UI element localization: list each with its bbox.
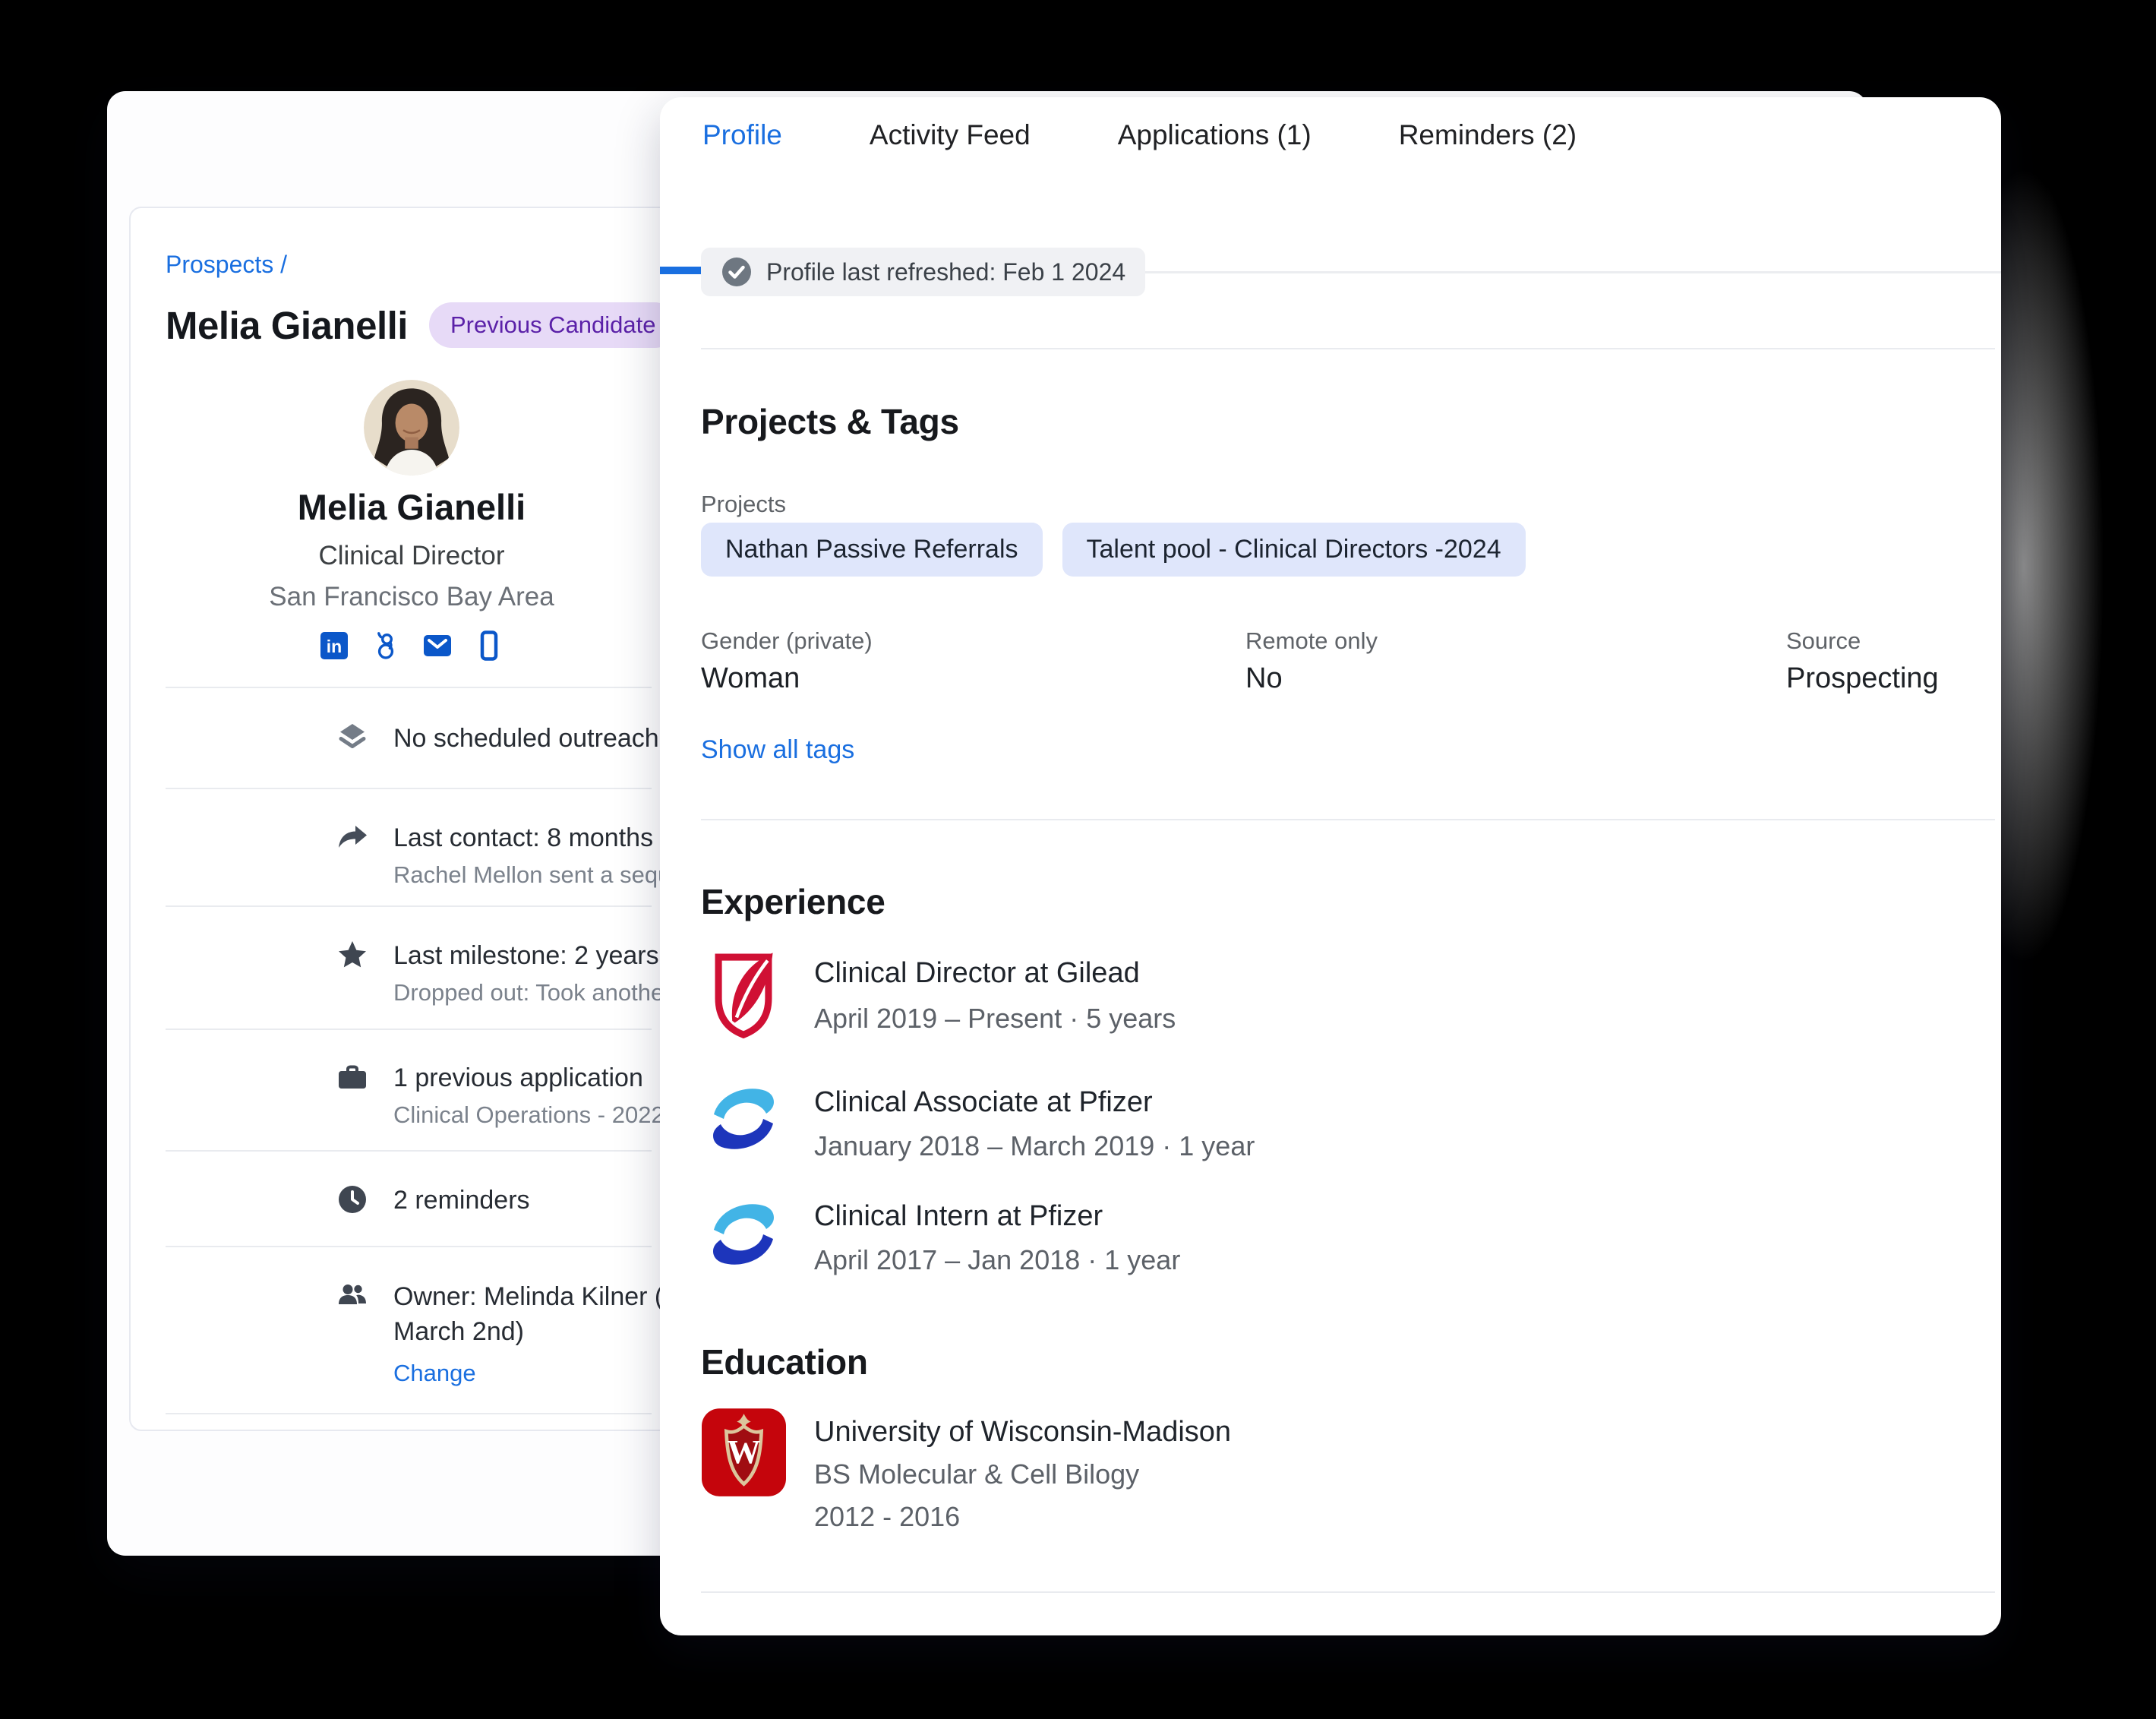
section-divider: [701, 1591, 1995, 1593]
education-school: University of Wisconsin-Madison: [814, 1416, 1231, 1449]
profile-job-title: Clinical Director: [131, 541, 693, 571]
education-heading: Education: [701, 1341, 868, 1382]
section-divider: [701, 819, 1995, 820]
profile-refreshed-banner: Profile last refreshed: Feb 1 2024: [701, 248, 1145, 296]
tab-profile[interactable]: Profile: [702, 119, 782, 151]
projects-label: Projects: [701, 491, 786, 518]
svg-text:in: in: [327, 637, 342, 656]
field-value-gender: Woman: [701, 662, 800, 695]
education-degree: BS Molecular & Cell Bilogy: [814, 1458, 1139, 1490]
candidate-header: Melia Gianelli Previous Candidate: [166, 302, 677, 348]
forward-arrow-icon: [336, 820, 369, 854]
education-years: 2012 - 2016: [814, 1501, 960, 1533]
experience-title: Clinical Intern at Pfizer: [814, 1200, 1103, 1233]
pfizer-logo: [701, 1194, 786, 1275]
field-label-source: Source: [1786, 627, 1861, 655]
tab-applications[interactable]: Applications (1): [1118, 119, 1312, 151]
check-circle-icon: [721, 256, 753, 288]
candidate-summary-card: Prospects / Melia Gianelli Previous Cand…: [129, 207, 740, 1431]
divider: [166, 905, 652, 907]
previous-candidate-badge: Previous Candidate: [429, 302, 677, 348]
tab-reminders[interactable]: Reminders (2): [1399, 119, 1577, 151]
divider: [166, 1029, 652, 1030]
clock-icon: [336, 1183, 369, 1216]
avatar: [364, 380, 459, 476]
breadcrumb[interactable]: Prospects /: [166, 251, 287, 279]
star-icon: [336, 938, 369, 972]
divider: [166, 1413, 652, 1414]
project-chip[interactable]: Talent pool - Clinical Directors -2024: [1062, 523, 1526, 577]
profile-location: San Francisco Bay Area: [131, 582, 693, 612]
tab-activity-feed[interactable]: Activity Feed: [870, 119, 1031, 151]
divider: [166, 1150, 652, 1152]
people-icon: [336, 1279, 369, 1313]
project-chip[interactable]: Nathan Passive Referrals: [701, 523, 1043, 577]
field-value-remote: No: [1245, 662, 1283, 695]
gem-icon[interactable]: [371, 630, 401, 661]
layers-icon: [336, 721, 369, 754]
experience-heading: Experience: [701, 881, 885, 922]
projects-tags-heading: Projects & Tags: [701, 401, 959, 442]
phone-icon[interactable]: [474, 630, 504, 661]
field-value-source: Prospecting: [1786, 662, 1939, 695]
profile-detail-panel: Profile Activity Feed Applications (1) R…: [660, 97, 2001, 1635]
experience-dates: April 2017 – Jan 2018 · 1 year: [814, 1244, 1180, 1276]
pfizer-logo: [701, 1079, 786, 1159]
experience-dates: April 2019 – Present · 5 years: [814, 1003, 1176, 1035]
linkedin-icon[interactable]: in: [319, 630, 349, 661]
project-chips: Nathan Passive Referrals Talent pool - C…: [701, 523, 1526, 577]
divider: [166, 1246, 652, 1247]
field-label-remote: Remote only: [1245, 627, 1378, 655]
contact-icons-row: in: [319, 630, 504, 661]
edge-glow: [1974, 167, 2156, 1496]
tab-bar: Profile Activity Feed Applications (1) R…: [660, 97, 2001, 173]
divider: [166, 687, 652, 688]
experience-dates: January 2018 – March 2019 · 1 year: [814, 1130, 1255, 1162]
divider: [166, 788, 652, 789]
briefcase-icon: [336, 1060, 369, 1094]
experience-title: Clinical Director at Gilead: [814, 957, 1140, 990]
profile-name: Melia Gianelli: [131, 486, 693, 528]
uw-madison-logo: W: [701, 1408, 786, 1496]
gilead-logo: [701, 951, 786, 1039]
field-label-gender: Gender (private): [701, 627, 873, 655]
experience-title: Clinical Associate at Pfizer: [814, 1086, 1153, 1119]
svg-text:W: W: [727, 1433, 760, 1471]
candidate-name-heading: Melia Gianelli: [166, 303, 408, 348]
banner-text: Profile last refreshed: Feb 1 2024: [766, 258, 1125, 286]
screen: Prospects / Melia Gianelli Previous Cand…: [0, 0, 2156, 1719]
email-icon[interactable]: [422, 630, 453, 661]
show-all-tags-link[interactable]: Show all tags: [701, 735, 854, 765]
section-divider: [701, 348, 1995, 349]
